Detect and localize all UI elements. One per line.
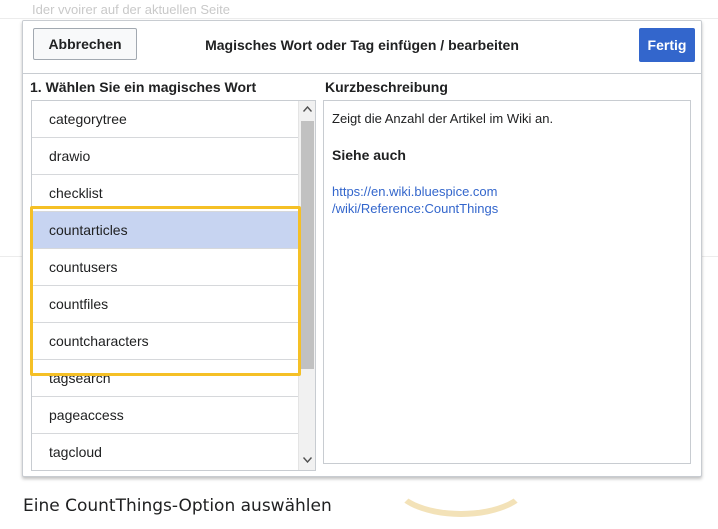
list-item-tagsearch[interactable]: tagsearch xyxy=(32,360,298,397)
list-item-countarticles[interactable]: countarticles xyxy=(32,212,298,249)
reference-link-line-2[interactable]: /wiki/Reference:CountThings xyxy=(332,200,498,217)
description-heading: Kurzbeschreibung xyxy=(325,79,448,95)
magic-word-list-heading: 1. Wählen Sie ein magisches Wort xyxy=(30,79,257,95)
done-button[interactable]: Fertig xyxy=(639,28,695,62)
chevron-down-icon[interactable] xyxy=(299,452,315,470)
background-divider xyxy=(702,256,718,257)
description-text: Zeigt die Anzahl der Artikel im Wiki an. xyxy=(332,111,554,126)
cancel-button[interactable]: Abbrechen xyxy=(33,28,137,60)
magic-word-dialog: Magisches Wort oder Tag einfügen / bearb… xyxy=(22,20,702,477)
list-item-pageaccess[interactable]: pageaccess xyxy=(32,397,298,434)
list-item-categorytree[interactable]: categorytree xyxy=(32,101,298,138)
chevron-up-icon[interactable] xyxy=(299,101,315,119)
list-item-countcharacters[interactable]: countcharacters xyxy=(32,323,298,360)
dialog-header: Magisches Wort oder Tag einfügen / bearb… xyxy=(23,21,701,74)
background-text: Ider vvoirer auf der aktuellen Seite xyxy=(32,2,230,17)
list-item-countfiles[interactable]: countfiles xyxy=(32,286,298,323)
list-item-countusers[interactable]: countusers xyxy=(32,249,298,286)
image-caption: Eine CountThings-Option auswählen xyxy=(23,496,332,516)
see-also-heading: Siehe auch xyxy=(332,147,406,163)
list-item-drawio[interactable]: drawio xyxy=(32,138,298,175)
background-divider xyxy=(0,256,22,257)
list-scrollbar[interactable] xyxy=(298,101,315,470)
list-item-checklist[interactable]: checklist xyxy=(32,175,298,212)
reference-link-line-1[interactable]: https://en.wiki.bluespice.com xyxy=(332,183,498,200)
magic-word-list[interactable]: categorytree drawio checklist countartic… xyxy=(31,100,316,471)
description-panel: Zeigt die Anzahl der Artikel im Wiki an.… xyxy=(323,100,691,464)
background-divider xyxy=(0,18,718,19)
reference-link[interactable]: https://en.wiki.bluespice.com /wiki/Refe… xyxy=(332,183,498,217)
list-item-tagcloud[interactable]: tagcloud xyxy=(32,434,298,470)
scrollbar-thumb[interactable] xyxy=(301,121,314,369)
